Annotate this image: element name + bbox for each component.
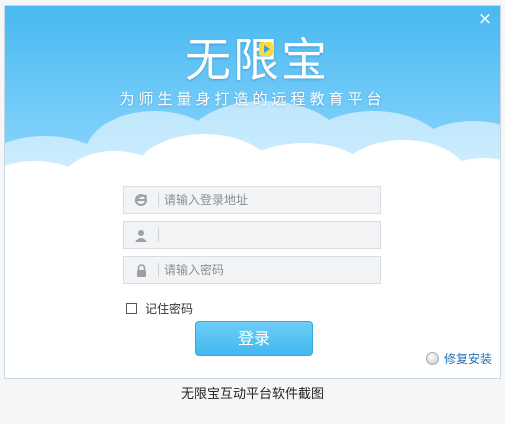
login-window: × 无限宝 为师生量身打造的远程教育平台 记住密码 登录 <box>4 5 501 379</box>
password-input[interactable] <box>164 257 374 283</box>
address-input[interactable] <box>164 187 374 213</box>
repair-icon <box>426 352 439 365</box>
play-icon <box>259 42 273 56</box>
username-input[interactable] <box>164 222 374 248</box>
header-banner: × 无限宝 为师生量身打造的远程教育平台 <box>5 6 500 196</box>
field-separator <box>158 193 159 207</box>
tagline: 为师生量身打造的远程教育平台 <box>119 90 386 108</box>
remember-label: 记住密码 <box>145 301 194 316</box>
repair-label: 修复安装 <box>444 352 493 366</box>
user-icon <box>124 222 158 248</box>
field-separator <box>158 228 159 242</box>
username-field[interactable] <box>123 221 381 249</box>
app-logo: 无限宝 <box>177 32 337 88</box>
logo-text: 无限宝 <box>185 33 329 87</box>
lock-icon <box>124 257 158 283</box>
close-icon: × <box>477 9 493 29</box>
repair-install-link[interactable]: 修复安装 <box>426 350 492 367</box>
remember-password[interactable]: 记住密码 <box>126 300 193 316</box>
close-button[interactable]: × <box>476 10 494 28</box>
checkbox-icon[interactable] <box>126 302 137 314</box>
login-button[interactable]: 登录 <box>195 321 313 356</box>
password-field[interactable] <box>123 256 381 284</box>
address-field[interactable] <box>123 186 381 214</box>
ie-icon <box>124 187 158 213</box>
field-separator <box>158 263 159 277</box>
image-caption: 无限宝互动平台软件截图 <box>180 387 324 402</box>
